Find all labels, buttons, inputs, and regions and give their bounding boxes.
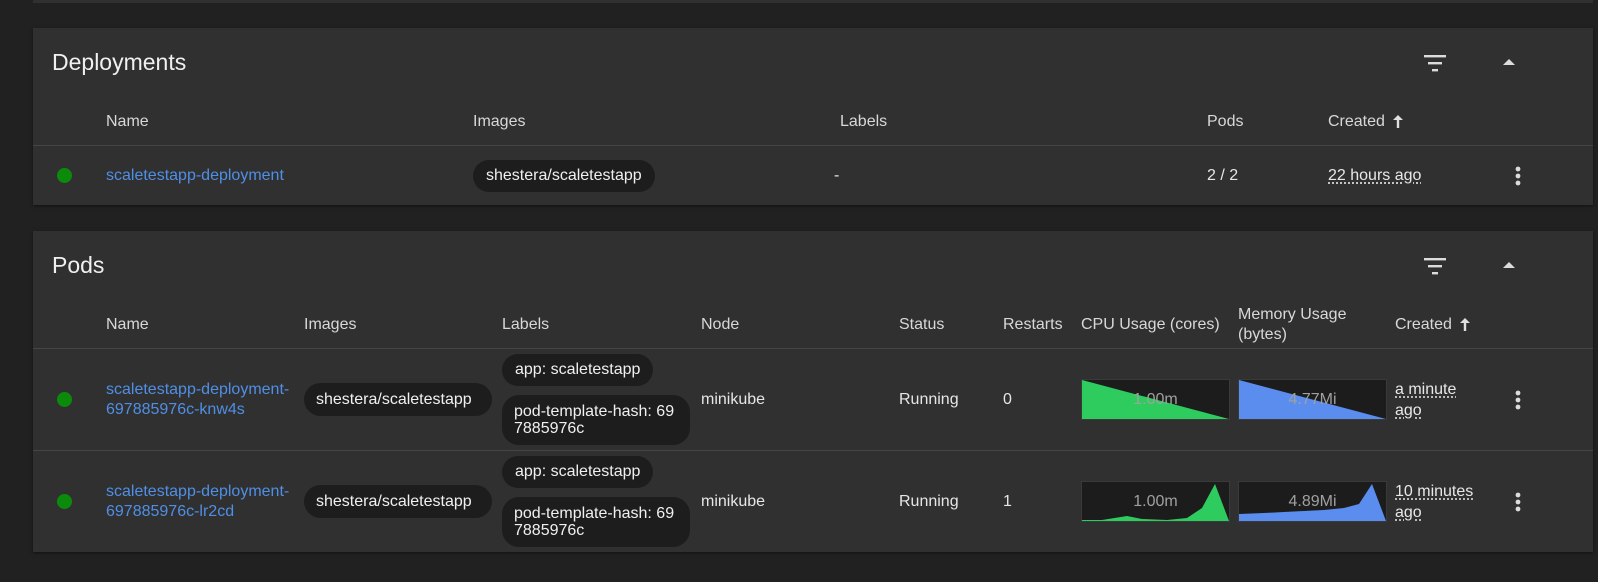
column-header-restarts[interactable]: Restarts xyxy=(1003,301,1063,348)
memory-usage-value: 4.89Mi xyxy=(1288,492,1337,510)
images-cell: shestera/scaletestapp xyxy=(473,146,655,205)
running-status-dot xyxy=(57,168,72,183)
running-status-dot xyxy=(57,494,72,509)
filter-icon[interactable] xyxy=(1423,52,1447,79)
chevron-up-icon[interactable] xyxy=(1500,258,1518,277)
cpu-usage-value: 1.00m xyxy=(1133,492,1178,510)
name-cell: scaletestapp-deployment-697885976c-knw4s xyxy=(106,349,301,450)
labels-cell: - xyxy=(834,166,840,184)
deployments-title: Deployments xyxy=(52,49,187,75)
name-cell: scaletestapp-deployment xyxy=(106,146,284,205)
column-header-pods[interactable]: Pods xyxy=(1207,98,1243,145)
sort-ascending-icon xyxy=(1392,114,1404,129)
cpu-sparkline: 1.00m xyxy=(1081,481,1230,522)
pods-card: Pods Name Images Labels Node Status Rest… xyxy=(33,231,1593,552)
column-header-cpu: CPU Usage (cores) xyxy=(1081,315,1220,333)
created-time: a minute ago xyxy=(1395,380,1457,419)
name-cell: scaletestapp-deployment-697885976c-lr2cd xyxy=(106,451,301,552)
sort-ascending-icon xyxy=(1459,317,1471,332)
column-header-images[interactable]: Images xyxy=(473,98,525,145)
pods-count: 2 / 2 xyxy=(1207,166,1239,184)
images-cell: shestera/scaletestapp xyxy=(304,349,492,450)
images-cell: shestera/scaletestapp xyxy=(304,451,492,552)
label-chip-app: app: scaletestapp xyxy=(502,354,654,386)
column-header-labels[interactable]: Labels xyxy=(840,98,887,145)
column-header-created-label: Created xyxy=(1395,315,1452,333)
memory-sparkline: 4.77Mi xyxy=(1238,379,1387,420)
node-cell: minikube xyxy=(701,492,766,510)
labels-cell: app: scaletestapp pod-template-hash: 697… xyxy=(502,451,690,552)
image-chip: shestera/scaletestapp xyxy=(304,485,492,518)
table-row[interactable]: scaletestapp-deployment-697885976c-lr2cd… xyxy=(33,451,1593,552)
column-header-created-label: Created xyxy=(1328,112,1385,130)
restarts-cell: 0 xyxy=(1003,390,1012,408)
column-header-name[interactable]: Name xyxy=(106,98,149,145)
status-cell: Running xyxy=(899,492,959,510)
column-header-labels[interactable]: Labels xyxy=(502,301,549,348)
column-header-created[interactable]: Created xyxy=(1395,301,1471,348)
created-time: 22 hours ago xyxy=(1328,167,1422,184)
restarts-cell: 1 xyxy=(1003,492,1012,510)
label-chip-pod-template-hash: pod-template-hash: 697885976c xyxy=(502,395,690,445)
table-row[interactable]: scaletestapp-deployment-697885976c-knw4s… xyxy=(33,349,1593,451)
status-cell: Running xyxy=(899,390,959,408)
pod-name-link[interactable]: scaletestapp-deployment-697885976c-lr2cd xyxy=(106,482,301,522)
created-cell: 22 hours ago xyxy=(1328,146,1421,205)
image-chip: shestera/scaletestapp xyxy=(473,159,655,192)
previous-card-edge xyxy=(33,0,1593,3)
more-vertical-icon[interactable] xyxy=(1508,349,1528,450)
node-cell: minikube xyxy=(701,390,766,408)
created-cell: a minute ago xyxy=(1395,349,1485,450)
memory-usage-value: 4.77Mi xyxy=(1288,390,1337,408)
running-status-dot xyxy=(57,392,72,407)
labels-cell: app: scaletestapp pod-template-hash: 697… xyxy=(502,349,690,450)
deployments-header-row: Name Images Labels Pods Created xyxy=(33,98,1593,146)
pod-name-link[interactable]: scaletestapp-deployment-697885976c-knw4s xyxy=(106,380,301,420)
more-vertical-icon[interactable] xyxy=(1508,146,1528,205)
table-row[interactable]: scaletestapp-deployment shestera/scalete… xyxy=(33,146,1593,205)
deployment-name-link[interactable]: scaletestapp-deployment xyxy=(106,166,284,186)
created-cell: 10 minutes ago xyxy=(1395,451,1490,552)
cpu-usage-value: 1.00m xyxy=(1133,390,1178,408)
column-header-images[interactable]: Images xyxy=(304,301,356,348)
column-header-created[interactable]: Created xyxy=(1328,98,1404,145)
column-header-node[interactable]: Node xyxy=(701,301,739,348)
more-vertical-icon[interactable] xyxy=(1508,451,1528,552)
filter-icon[interactable] xyxy=(1423,255,1447,282)
column-header-name[interactable]: Name xyxy=(106,301,149,348)
column-header-memory: Memory Usage (bytes) xyxy=(1238,305,1347,343)
pods-title: Pods xyxy=(52,252,105,278)
deployments-card: Deployments Name Images Labels Pods Crea… xyxy=(33,28,1593,205)
pods-header-row: Name Images Labels Node Status Restarts … xyxy=(33,301,1593,349)
label-chip-app: app: scaletestapp xyxy=(502,456,654,488)
label-chip-pod-template-hash: pod-template-hash: 697885976c xyxy=(502,497,690,547)
image-chip: shestera/scaletestapp xyxy=(304,383,492,416)
column-header-status[interactable]: Status xyxy=(899,301,944,348)
cpu-sparkline: 1.00m xyxy=(1081,379,1230,420)
status-indicator xyxy=(57,451,72,552)
chevron-up-icon[interactable] xyxy=(1500,55,1518,74)
created-time: 10 minutes ago xyxy=(1395,482,1474,521)
memory-sparkline: 4.89Mi xyxy=(1238,481,1387,522)
status-indicator xyxy=(57,349,72,450)
status-indicator xyxy=(57,146,72,205)
